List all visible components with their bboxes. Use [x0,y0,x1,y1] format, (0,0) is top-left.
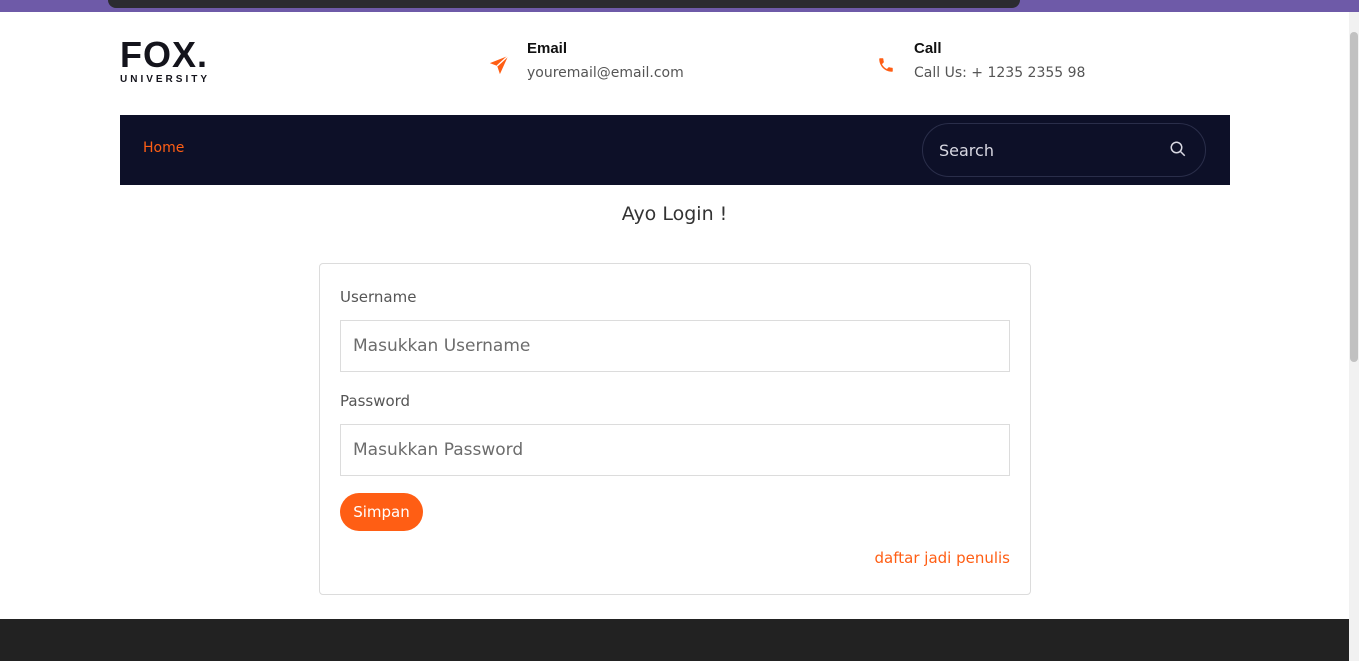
contact-call: Call Call Us: + 1235 2355 98 [873,40,1085,81]
email-value: youremail@email.com [527,65,684,81]
search-box [922,123,1206,177]
email-title: Email [527,40,568,57]
submit-button[interactable]: Simpan [340,493,423,531]
browser-toolbar [0,0,1359,12]
password-label: Password [340,392,411,410]
paper-plane-icon [486,52,512,78]
page-scrollbar[interactable] [1349,12,1359,661]
logo-subtitle: UNIVERSITY [120,74,211,85]
nav-item-home[interactable]: Home [143,140,184,156]
call-value: Call Us: + 1235 2355 98 [914,65,1086,81]
scrollbar-thumb[interactable] [1350,32,1358,362]
main-navbar: Home [120,115,1230,185]
page-title: Ayo Login ! [621,203,728,225]
site-footer [0,619,1349,661]
username-label: Username [340,288,417,306]
username-field[interactable] [340,320,1010,372]
search-icon[interactable] [1169,140,1189,160]
search-input[interactable] [923,124,1163,176]
call-title: Call [914,40,942,57]
login-form: Username Password Simpan daftar jadi pen… [319,263,1031,595]
password-field[interactable] [340,424,1010,476]
logo-name: FOX. [120,34,209,75]
phone-icon [873,52,899,78]
site-header: FOX. UNIVERSITY Email youremail@email.co… [120,12,1230,115]
register-link[interactable]: daftar jadi penulis [875,549,1010,567]
site-logo[interactable]: FOX. UNIVERSITY [120,34,211,86]
contact-email: Email youremail@email.com [486,40,684,81]
address-bar[interactable] [108,0,1020,8]
